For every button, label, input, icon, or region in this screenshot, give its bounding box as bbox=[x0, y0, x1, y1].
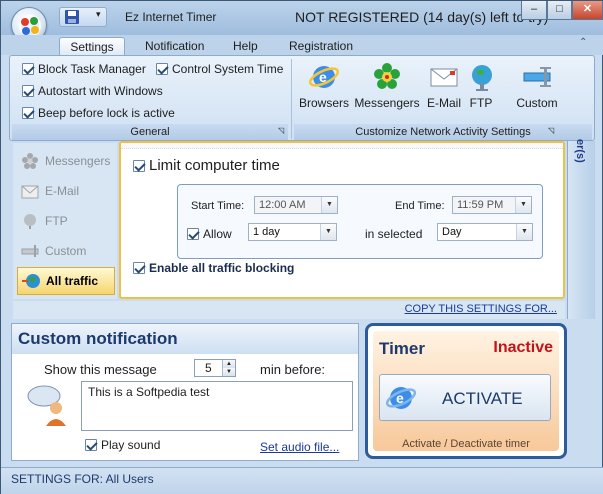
ftp-button[interactable]: FTP bbox=[466, 62, 496, 116]
panel-scroll-remnant bbox=[121, 143, 563, 149]
tab-settings[interactable]: Settings bbox=[59, 37, 125, 56]
globe-traffic-icon bbox=[22, 272, 42, 290]
custom-button[interactable]: Custom bbox=[512, 62, 562, 116]
customize-toolbar-chevron-icon[interactable]: ▾ bbox=[96, 9, 101, 20]
checkbox-icon bbox=[22, 85, 34, 97]
minutes-before-stepper[interactable]: 5 ▲ ▼ bbox=[194, 359, 236, 377]
activate-timer-button[interactable]: e ACTIVATE bbox=[379, 374, 551, 421]
timer-footer: Activate / Deactivate timer bbox=[402, 438, 530, 450]
show-message-label: Show this message bbox=[44, 362, 157, 377]
title-bar: ▾ Ez Internet Timer NOT REGISTERED (14 d… bbox=[1, 1, 603, 43]
custom-icon bbox=[21, 242, 41, 260]
close-button[interactable]: ✕ bbox=[572, 1, 603, 20]
tab-notification[interactable]: Notification bbox=[139, 37, 210, 56]
checkbox-icon bbox=[22, 63, 34, 75]
save-icon[interactable] bbox=[64, 10, 80, 24]
stepper-up-icon[interactable]: ▲ bbox=[222, 360, 235, 368]
nav-item-ftp[interactable]: FTP bbox=[17, 209, 115, 233]
period-select[interactable]: Day ▼ bbox=[437, 223, 533, 241]
copy-settings-bar: COPY THIS SETTINGS FOR... bbox=[13, 301, 565, 319]
play-sound-checkbox[interactable]: Play sound bbox=[85, 438, 160, 452]
ribbon: Block Task Manager Control System Time A… bbox=[9, 55, 595, 141]
checkbox-icon bbox=[22, 107, 34, 119]
dialog-launcher-icon[interactable]: ◹ bbox=[548, 126, 554, 135]
end-time-field[interactable]: 11:59 PM ▼ bbox=[452, 196, 532, 214]
users-side-label: er(s) bbox=[574, 139, 586, 163]
enable-all-traffic-blocking-checkbox[interactable]: Enable all traffic blocking bbox=[133, 261, 294, 275]
in-selected-label: in selected bbox=[365, 227, 423, 241]
group-divider bbox=[291, 59, 292, 139]
custom-notification-title: Custom notification bbox=[12, 324, 358, 354]
group-label-general: General bbox=[12, 124, 288, 140]
users-side-panel[interactable] bbox=[567, 141, 595, 319]
email-icon bbox=[21, 184, 41, 202]
user-message-icon bbox=[26, 384, 72, 428]
tab-help[interactable]: Help bbox=[227, 37, 264, 56]
dropdown-arrow-icon: ▼ bbox=[320, 224, 336, 240]
flower-icon bbox=[371, 62, 403, 92]
tab-registration[interactable]: Registration bbox=[283, 37, 359, 56]
activate-label: ACTIVATE bbox=[442, 389, 523, 408]
app-window: ▾ Ez Internet Timer NOT REGISTERED (14 d… bbox=[0, 0, 603, 494]
checkbox-icon bbox=[85, 439, 97, 451]
autostart-checkbox[interactable]: Autostart with Windows bbox=[22, 84, 163, 98]
status-bar: SETTINGS FOR: All Users bbox=[1, 467, 603, 494]
flower-icon bbox=[21, 152, 41, 170]
minimize-button[interactable]: – bbox=[521, 1, 547, 20]
min-before-label: min before: bbox=[260, 362, 326, 377]
checkbox-icon bbox=[133, 160, 145, 172]
custom-icon bbox=[521, 62, 553, 92]
nav-item-all-traffic[interactable]: All traffic bbox=[17, 267, 115, 295]
control-system-time-checkbox[interactable]: Control System Time bbox=[156, 62, 283, 76]
dropdown-arrow-icon: ▼ bbox=[516, 224, 532, 240]
beep-before-lock-checkbox[interactable]: Beep before lock is active bbox=[22, 106, 175, 120]
email-button[interactable]: E-Mail bbox=[424, 62, 464, 116]
dropdown-arrow-icon: ▼ bbox=[321, 197, 337, 213]
end-time-label: End Time: bbox=[395, 200, 445, 212]
ie-icon: e bbox=[308, 62, 340, 92]
checkbox-icon bbox=[187, 228, 199, 240]
nav-item-messengers[interactable]: Messengers bbox=[17, 149, 115, 173]
globe-icon bbox=[21, 212, 41, 230]
block-task-manager-checkbox[interactable]: Block Task Manager bbox=[22, 62, 146, 76]
allow-checkbox[interactable]: Allow bbox=[187, 227, 232, 241]
stepper-down-icon[interactable]: ▼ bbox=[222, 368, 235, 376]
status-text: SETTINGS FOR: All Users bbox=[11, 472, 154, 486]
messengers-button[interactable]: Messengers bbox=[354, 62, 420, 116]
limit-computer-time-checkbox[interactable]: Limit computer time bbox=[133, 157, 280, 174]
copy-settings-link[interactable]: COPY THIS SETTINGS FOR... bbox=[405, 303, 557, 315]
notification-message-input[interactable]: This is a Softpedia test bbox=[81, 381, 353, 431]
svg-text:e: e bbox=[396, 390, 404, 406]
nav-item-email[interactable]: E-Mail bbox=[17, 179, 115, 203]
start-time-field[interactable]: 12:00 AM ▼ bbox=[254, 196, 338, 214]
quick-access-toolbar: ▾ bbox=[59, 7, 107, 27]
timer-status: Inactive bbox=[493, 339, 553, 356]
nav-item-custom[interactable]: Custom bbox=[17, 239, 115, 263]
checkbox-icon bbox=[133, 262, 145, 274]
traffic-type-nav: Messengers E-Mail FTP Custom All traffic bbox=[13, 143, 117, 299]
browsers-button[interactable]: e Browsers bbox=[298, 62, 350, 116]
registration-status: NOT REGISTERED (14 day(s) left to try) bbox=[295, 9, 549, 25]
ribbon-tabs: Settings Notification Help Registration … bbox=[1, 35, 603, 56]
ribbon-collapse-chevron-icon[interactable]: ⌃ bbox=[579, 37, 587, 48]
app-title: Ez Internet Timer bbox=[125, 10, 217, 24]
svg-text:e: e bbox=[319, 69, 327, 85]
dialog-launcher-icon[interactable]: ◹ bbox=[278, 126, 284, 135]
ie-icon: e bbox=[385, 383, 417, 413]
allow-duration-select[interactable]: 1 day ▼ bbox=[248, 223, 337, 241]
globe-icon bbox=[466, 62, 498, 92]
checkbox-icon bbox=[156, 63, 168, 75]
timer-title: Timer bbox=[379, 339, 425, 358]
start-time-label: Start Time: bbox=[191, 200, 245, 212]
email-icon bbox=[428, 62, 460, 92]
maximize-button[interactable]: □ bbox=[547, 1, 572, 20]
set-audio-file-link[interactable]: Set audio file... bbox=[260, 440, 339, 454]
time-limit-group: Start Time: 12:00 AM ▼ End Time: 11:59 P… bbox=[177, 184, 543, 259]
dropdown-arrow-icon: ▼ bbox=[515, 197, 531, 213]
